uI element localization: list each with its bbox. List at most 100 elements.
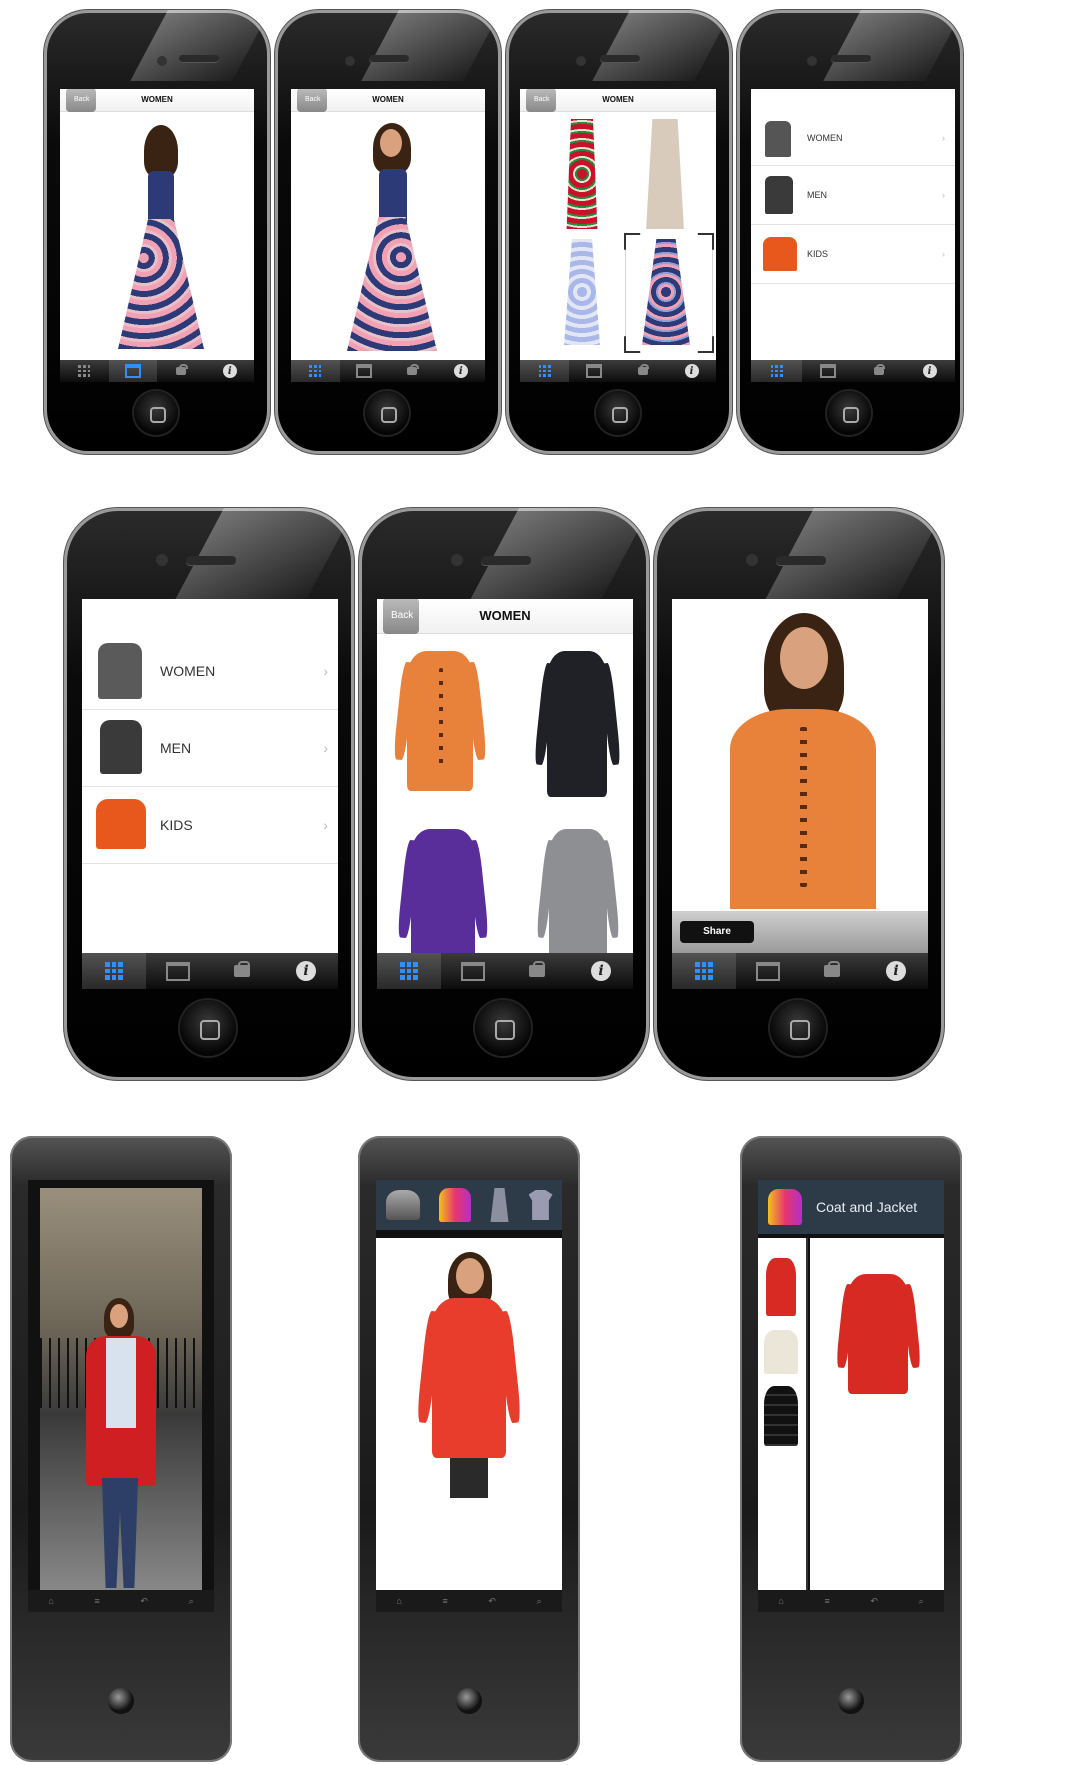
coat-icon <box>763 237 797 271</box>
share-button[interactable]: Share <box>680 921 754 943</box>
tab-grid[interactable] <box>520 360 569 382</box>
category-row-kids[interactable]: KIDS › <box>82 787 338 864</box>
info-icon: i <box>591 961 611 981</box>
tab-info[interactable]: i <box>864 953 928 989</box>
nav-bar: Back WOMEN <box>60 89 254 112</box>
home-button[interactable] <box>365 391 409 435</box>
dress-red-floral[interactable] <box>566 119 598 229</box>
menu-key-icon[interactable]: ≡ <box>442 1596 447 1606</box>
home-key-icon[interactable]: ⌂ <box>396 1596 401 1606</box>
back-button[interactable]: Back <box>297 89 327 112</box>
home-button[interactable] <box>134 391 178 435</box>
trackball[interactable] <box>456 1688 482 1714</box>
coat-purple[interactable] <box>411 829 475 969</box>
soft-keys: ⌂ ≡ ↶ ⌕ <box>376 1590 562 1612</box>
trackball[interactable] <box>838 1688 864 1714</box>
tab-bar: i <box>377 953 633 989</box>
category-row-women[interactable]: WOMEN › <box>82 633 338 710</box>
dress-blue-floral[interactable] <box>564 239 600 345</box>
tab-calendar[interactable] <box>569 360 618 382</box>
home-button[interactable] <box>827 391 871 435</box>
tab-bar: i <box>751 360 955 382</box>
search-key-icon[interactable]: ⌕ <box>919 1596 924 1607</box>
iphone-back-view: Back WOMEN i <box>44 10 270 454</box>
tab-grid[interactable] <box>82 953 146 989</box>
thumb-white-jacket[interactable] <box>764 1330 798 1374</box>
top-icon[interactable] <box>528 1190 553 1220</box>
home-key-icon[interactable]: ⌂ <box>48 1596 53 1606</box>
tab-grid[interactable] <box>60 360 109 382</box>
category-row-women[interactable]: WOMEN › <box>751 111 955 166</box>
nav-bar: Back WOMEN <box>377 599 633 634</box>
home-button[interactable] <box>596 391 640 435</box>
category-row-kids[interactable]: KIDS › <box>751 225 955 284</box>
tab-bag[interactable] <box>800 953 864 989</box>
menu-key-icon[interactable]: ≡ <box>94 1596 99 1606</box>
home-button[interactable] <box>475 1000 531 1056</box>
tab-grid[interactable] <box>291 360 340 382</box>
home-button[interactable] <box>770 1000 826 1056</box>
home-key-icon[interactable]: ⌂ <box>778 1596 783 1606</box>
calendar-icon <box>585 364 602 378</box>
home-button[interactable] <box>180 1000 236 1056</box>
dress-icon[interactable] <box>490 1188 509 1222</box>
dress-beige[interactable] <box>646 119 684 229</box>
iphone-categories-large: WOMEN › MEN › KIDS › i <box>64 508 354 1080</box>
tab-calendar[interactable] <box>802 360 853 382</box>
tab-info[interactable]: i <box>667 360 716 382</box>
tab-calendar[interactable] <box>108 360 157 382</box>
street-photo[interactable] <box>40 1188 202 1600</box>
coat-grey[interactable] <box>549 829 607 969</box>
trackball[interactable] <box>108 1688 134 1714</box>
category-row-men[interactable]: MEN › <box>751 166 955 225</box>
tab-info[interactable]: i <box>437 360 486 382</box>
screen: Share i <box>672 599 928 989</box>
category-row-men[interactable]: MEN › <box>82 710 338 787</box>
tab-bag[interactable] <box>505 953 569 989</box>
tab-info[interactable]: i <box>904 360 955 382</box>
tab-grid[interactable] <box>672 953 736 989</box>
back-button[interactable]: Back <box>66 89 96 112</box>
tab-calendar[interactable] <box>340 360 389 382</box>
jacket-icon <box>100 720 142 774</box>
soft-keys: ⌂ ≡ ↶ ⌕ <box>28 1590 214 1612</box>
tab-info[interactable]: i <box>569 953 633 989</box>
back-key-icon[interactable]: ↶ <box>140 1596 148 1607</box>
accessories-icon[interactable] <box>385 1190 420 1220</box>
thumb-black-puffer[interactable] <box>764 1386 798 1446</box>
tab-bag[interactable] <box>853 360 904 382</box>
model-front-view[interactable] <box>339 117 439 361</box>
coat-orange[interactable] <box>407 651 473 791</box>
tab-calendar[interactable] <box>146 953 210 989</box>
tab-info[interactable]: i <box>206 360 255 382</box>
search-key-icon[interactable]: ⌕ <box>189 1596 194 1607</box>
product-view[interactable] <box>810 1238 944 1590</box>
tab-info[interactable]: i <box>274 953 338 989</box>
tab-bag[interactable] <box>157 360 206 382</box>
model-orange-coat[interactable] <box>712 609 892 909</box>
category-bar <box>376 1180 562 1230</box>
tab-grid[interactable] <box>751 360 802 382</box>
screen: WOMEN › MEN › KIDS › i <box>751 89 955 382</box>
tab-bag[interactable] <box>388 360 437 382</box>
android-category-bar: ⌂ ≡ ↶ ⌕ <box>358 1136 580 1762</box>
chevron-right-icon: › <box>942 249 945 259</box>
tab-bag[interactable] <box>210 953 274 989</box>
menu-key-icon[interactable]: ≡ <box>824 1596 829 1606</box>
info-icon: i <box>922 364 937 378</box>
tab-bag[interactable] <box>618 360 667 382</box>
tab-calendar[interactable] <box>441 953 505 989</box>
back-key-icon[interactable]: ↶ <box>870 1596 878 1607</box>
back-button[interactable]: Back <box>526 89 556 112</box>
coat-black[interactable] <box>547 651 607 797</box>
search-key-icon[interactable]: ⌕ <box>537 1596 542 1607</box>
thumb-red-coat[interactable] <box>766 1258 796 1316</box>
model-back-view[interactable] <box>108 119 208 359</box>
jacket-icon[interactable] <box>438 1188 471 1222</box>
nav-title: WOMEN <box>602 95 634 104</box>
tab-calendar[interactable] <box>736 953 800 989</box>
product-view[interactable] <box>376 1238 562 1590</box>
back-button[interactable]: Back <box>383 599 420 634</box>
back-key-icon[interactable]: ↶ <box>488 1596 496 1607</box>
tab-grid[interactable] <box>377 953 441 989</box>
